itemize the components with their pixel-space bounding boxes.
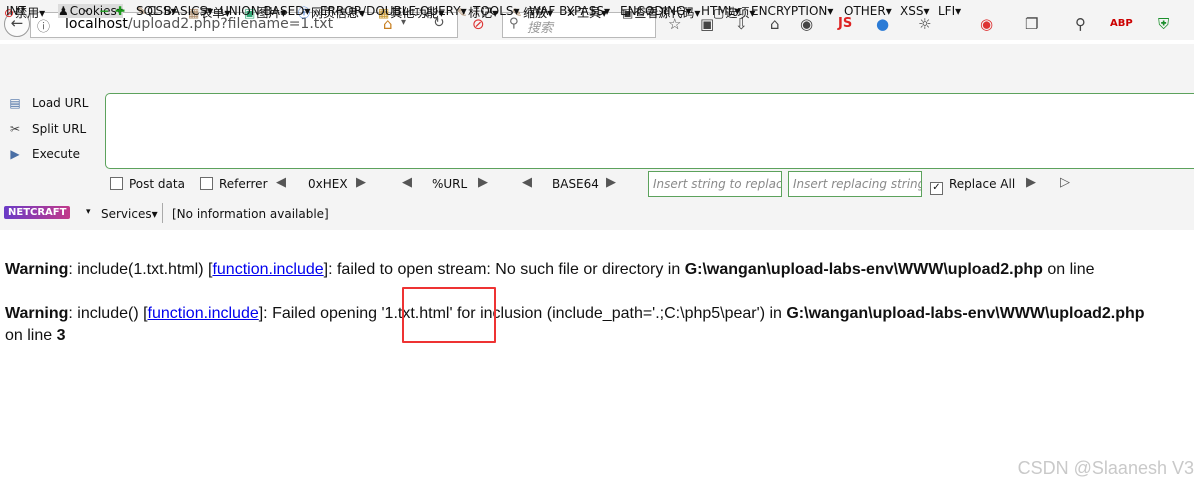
zoom-icon[interactable]: ⚲ xyxy=(1075,14,1086,34)
checkbox-box xyxy=(200,177,213,190)
function-include-link[interactable]: function.include xyxy=(148,305,259,322)
url-label: %URL xyxy=(432,177,468,191)
url-decode-arrow-icon[interactable]: ◀ xyxy=(402,175,412,190)
menu-other[interactable]: OTHER▾ xyxy=(844,4,892,18)
netcraft-logo[interactable]: NETCRAFT xyxy=(4,204,71,222)
target-icon[interactable]: ◉ xyxy=(980,14,993,34)
replace-string-input[interactable]: Insert string to replace xyxy=(648,171,782,197)
load-icon: ▤ xyxy=(9,96,21,110)
menu-bar xyxy=(0,44,1194,68)
checkbox-box xyxy=(110,177,123,190)
screenshot-icon[interactable]: ❐ xyxy=(1025,14,1038,34)
play-icon: ▶ xyxy=(10,147,20,161)
type-select[interactable]: INT ⌄ xyxy=(6,4,90,18)
decrease-icon[interactable]: − xyxy=(99,4,109,18)
services-menu[interactable]: Services▾ xyxy=(101,207,158,221)
load-url-button[interactable]: ▤ Load URL xyxy=(6,96,88,110)
separator xyxy=(162,203,163,223)
menu-tools[interactable]: TOOLS▾ xyxy=(473,4,520,18)
menu-xss[interactable]: XSS▾ xyxy=(900,4,929,18)
base64-encode-arrow-icon[interactable]: ▶ xyxy=(606,175,616,190)
menu-waf-bypass[interactable]: WAF BYPASS▾ xyxy=(529,4,610,18)
hex-encode-arrow-icon[interactable]: ▶ xyxy=(356,175,366,190)
site-info-text: [No information available] xyxy=(172,207,329,221)
checkmark-icon: ✓ xyxy=(930,182,943,195)
menu-sql-basics[interactable]: SQL BASICS▾ xyxy=(136,4,213,18)
replacing-string-input[interactable]: Insert replacing string xyxy=(788,171,922,197)
menu-union-based[interactable]: UNION BASED▾ xyxy=(220,4,310,18)
url-textarea[interactable] xyxy=(105,93,1194,169)
adblock-icon[interactable]: ABP xyxy=(1110,14,1133,34)
menu-lfi[interactable]: LFI▾ xyxy=(938,4,961,18)
netcraft-dropdown-icon[interactable]: ▾ xyxy=(86,207,91,217)
hackbar-toolbar xyxy=(0,68,1194,90)
hex-label: 0xHEX xyxy=(308,177,348,191)
referrer-checkbox[interactable]: Referrer xyxy=(200,177,268,191)
function-include-link[interactable]: function.include xyxy=(212,261,323,278)
base64-label: BASE64 xyxy=(552,177,599,191)
warning-message-2: Warning: include() [function.include]: F… xyxy=(5,305,1145,322)
highlight-annotation xyxy=(402,287,496,343)
menu-error-double-query[interactable]: ERROR/DOUBLE QUERY▾ xyxy=(320,4,467,18)
url-encode-arrow-icon[interactable]: ▶ xyxy=(478,175,488,190)
warning-message-1: Warning: include(1.txt.html) [function.i… xyxy=(5,261,1095,278)
menu-encryption[interactable]: ENCRYPTION▾ xyxy=(751,4,833,18)
netcraft-logo-mark: NETCRAFT xyxy=(4,206,71,219)
increase-icon[interactable]: ✚ xyxy=(115,4,125,18)
scissors-icon: ✂ xyxy=(9,122,21,136)
split-url-button[interactable]: ✂ Split URL xyxy=(6,122,86,136)
warning-line-info: on line 3 xyxy=(5,327,66,344)
post-data-checkbox[interactable]: Post data xyxy=(110,177,185,191)
replace-arrow-icon[interactable]: ▶ xyxy=(1026,175,1036,190)
menu-encoding[interactable]: ENCODING▾ xyxy=(620,4,691,18)
base64-decode-arrow-icon[interactable]: ◀ xyxy=(522,175,532,190)
chevron-down-icon: ⌄ xyxy=(82,4,91,15)
execute-button[interactable]: ▶ Execute xyxy=(6,147,80,161)
replace-all-checkbox[interactable]: ✓ Replace All xyxy=(930,177,1015,195)
menu-html[interactable]: HTML▾ xyxy=(701,4,740,18)
watermark: CSDN @Slaanesh V3 xyxy=(1017,458,1194,478)
hex-decode-arrow-icon[interactable]: ◀ xyxy=(276,175,286,190)
replace-arrow-alt-icon[interactable]: ▷ xyxy=(1060,175,1070,190)
shield-icon[interactable]: ⛨ xyxy=(1158,14,1169,34)
